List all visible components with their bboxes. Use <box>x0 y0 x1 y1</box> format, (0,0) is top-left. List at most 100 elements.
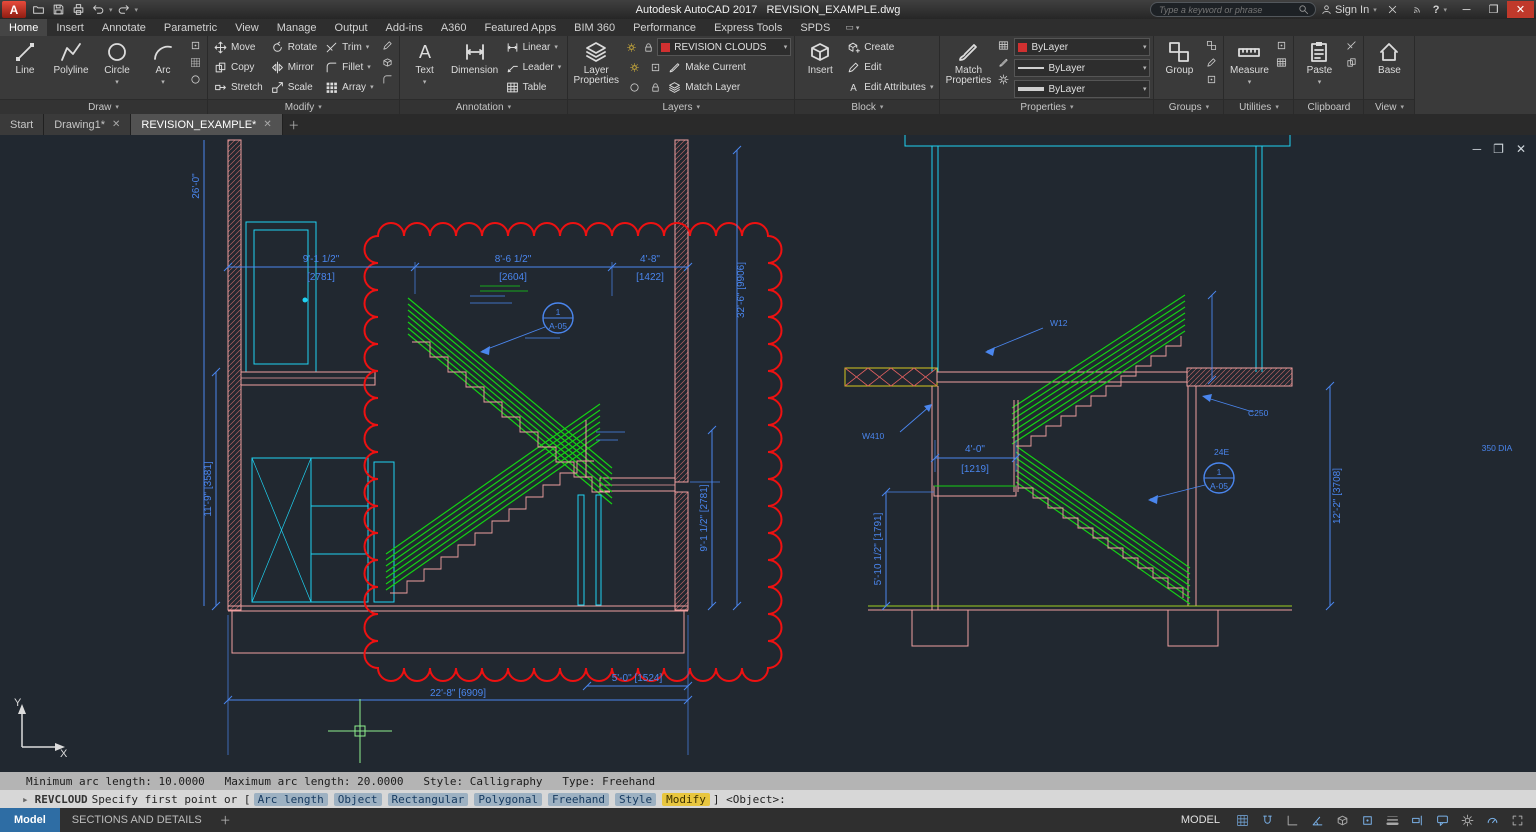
app-logo-icon[interactable]: A <box>2 1 26 18</box>
group-button[interactable]: Group <box>1157 37 1201 99</box>
panel-title-modify[interactable]: Modify▾ <box>208 99 399 114</box>
line-button[interactable]: Line <box>3 37 47 99</box>
linear-button[interactable]: Linear▾ <box>503 37 565 57</box>
layer-off-icon[interactable] <box>626 79 643 96</box>
model-space-canvas[interactable]: 9'-1 1/2" [2781] 8'-6 1/2" [2604] 4'-8" … <box>0 135 1536 772</box>
command-prompt-line[interactable]: ▸ REVCLOUD Specify first point or [ Arc … <box>0 790 1536 808</box>
edit-block-button[interactable]: Edit <box>844 57 936 77</box>
arc-dropdown-icon[interactable]: ▾ <box>161 78 165 88</box>
arc-button[interactable]: Arc▾ <box>141 37 185 99</box>
model-tab[interactable]: Model <box>0 808 60 832</box>
text-dropdown-icon[interactable]: ▾ <box>423 78 427 88</box>
option-object[interactable]: Object <box>334 793 382 806</box>
polar-tracking-icon[interactable] <box>1306 810 1328 830</box>
ungroup-icon[interactable] <box>1203 37 1220 54</box>
undo-dropdown-icon[interactable]: ▾ <box>109 6 113 14</box>
snap-icon[interactable] <box>1256 810 1278 830</box>
redo-button[interactable] <box>114 1 134 18</box>
signin-button[interactable]: Sign In ▾ <box>1321 4 1378 16</box>
close-button[interactable]: ✕ <box>1507 1 1534 18</box>
object-snap-icon[interactable] <box>1356 810 1378 830</box>
tab-featured-apps[interactable]: Featured Apps <box>476 19 566 36</box>
plot-button[interactable] <box>68 1 88 18</box>
panel-title-clipboard[interactable]: Clipboard <box>1294 99 1363 114</box>
rectangle-tool-icon[interactable] <box>187 37 204 54</box>
cut-icon[interactable] <box>1343 37 1360 54</box>
table-button[interactable]: Table <box>503 77 565 97</box>
layout-tab-sections-and-details[interactable]: SECTIONS AND DETAILS <box>60 814 214 826</box>
tab-manage[interactable]: Manage <box>268 19 326 36</box>
leader-button[interactable]: Leader▾ <box>503 57 565 77</box>
offset-tool-icon[interactable] <box>379 71 396 88</box>
group-edit-icon[interactable] <box>1203 54 1220 71</box>
tab-bim360[interactable]: BIM 360 <box>565 19 624 36</box>
linear-dropdown-icon[interactable]: ▾ <box>554 43 558 51</box>
panel-title-groups[interactable]: Groups▾ <box>1154 99 1223 114</box>
properties-paint-icon[interactable] <box>995 54 1012 71</box>
tab-home[interactable]: Home <box>0 19 47 36</box>
explode-tool-icon[interactable] <box>379 54 396 71</box>
quick-calc-icon[interactable] <box>1273 54 1290 71</box>
lineweight-dropdown[interactable]: ByLayer▾ <box>1014 80 1150 98</box>
object-color-dropdown[interactable]: ByLayer▾ <box>1014 38 1150 56</box>
tab-annotate[interactable]: Annotate <box>93 19 155 36</box>
panel-title-annotation[interactable]: Annotation▾ <box>400 99 568 114</box>
minimize-drawing-icon[interactable]: ─ <box>1473 143 1482 155</box>
panel-title-draw[interactable]: Draw▾ <box>0 99 207 114</box>
properties-settings-icon[interactable] <box>995 71 1012 88</box>
quick-select-icon[interactable] <box>1273 37 1290 54</box>
new-layout-icon[interactable]: ＋ <box>214 812 237 828</box>
fillet-dropdown-icon[interactable]: ▾ <box>367 63 371 71</box>
layer-on-icon[interactable] <box>623 39 640 56</box>
properties-list-icon[interactable] <box>995 37 1012 54</box>
close-drawing-icon[interactable]: ✕ <box>1516 143 1526 155</box>
dynamic-input-icon[interactable] <box>1406 810 1428 830</box>
paste-dropdown-icon[interactable]: ▾ <box>1318 78 1322 88</box>
exchange-apps-icon[interactable] <box>1383 1 1403 18</box>
tab-spds[interactable]: SPDS <box>791 19 839 36</box>
dimension-button[interactable]: Dimension <box>449 37 501 99</box>
search-input[interactable] <box>1157 4 1294 16</box>
move-button[interactable]: Move <box>211 37 266 57</box>
match-properties-button[interactable]: Match Properties <box>943 37 993 99</box>
option-polygonal[interactable]: Polygonal <box>474 793 542 806</box>
copy-button[interactable]: Copy <box>211 57 266 77</box>
annotation-monitor-icon[interactable] <box>1431 810 1453 830</box>
array-dropdown-icon[interactable]: ▾ <box>370 83 374 91</box>
panel-title-properties[interactable]: Properties▾ <box>940 99 1153 114</box>
revision-cloud[interactable] <box>365 223 782 681</box>
linetype-dropdown[interactable]: ByLayer▾ <box>1014 59 1150 77</box>
search-icon[interactable] <box>1298 4 1309 15</box>
tab-parametric[interactable]: Parametric <box>155 19 226 36</box>
restore-button[interactable]: ❐ <box>1480 1 1507 18</box>
fillet-button[interactable]: Fillet▾ <box>322 57 376 77</box>
rotate-button[interactable]: Rotate <box>268 37 320 57</box>
workspace-gear-icon[interactable] <box>1456 810 1478 830</box>
ellipse-tool-icon[interactable] <box>187 71 204 88</box>
hatch-tool-icon[interactable] <box>187 54 204 71</box>
edit-attributes-dropdown-icon[interactable]: ▾ <box>930 83 934 91</box>
open-button[interactable] <box>28 1 48 18</box>
insert-button[interactable]: Insert <box>798 37 842 99</box>
file-tab-drawing1[interactable]: Drawing1*✕ <box>44 114 131 135</box>
layer-dropdown[interactable]: REVISION CLOUDS ▾ <box>657 38 791 56</box>
group-select-icon[interactable] <box>1203 71 1220 88</box>
array-button[interactable]: Array▾ <box>322 77 376 97</box>
file-tab-revision-example[interactable]: REVISION_EXAMPLE*✕ <box>131 114 282 135</box>
stretch-button[interactable]: Stretch <box>211 77 266 97</box>
tab-view[interactable]: View <box>226 19 268 36</box>
panel-title-block[interactable]: Block▾ <box>795 99 939 114</box>
polyline-button[interactable]: Polyline <box>49 37 93 99</box>
trim-button[interactable]: Trim▾ <box>322 37 376 57</box>
edit-attributes-button[interactable]: Edit Attributes▾ <box>844 77 936 97</box>
layer-unlock-icon[interactable] <box>647 79 664 96</box>
circle-button[interactable]: Circle▾ <box>95 37 139 99</box>
option-style[interactable]: Style <box>615 793 656 806</box>
erase-tool-icon[interactable] <box>379 37 396 54</box>
panel-title-utilities[interactable]: Utilities▾ <box>1224 99 1293 114</box>
layer-lock-icon[interactable] <box>640 39 657 56</box>
save-button[interactable] <box>48 1 68 18</box>
circle-dropdown-icon[interactable]: ▾ <box>115 78 119 88</box>
tab-addins[interactable]: Add-ins <box>377 19 432 36</box>
tab-a360[interactable]: A360 <box>432 19 476 36</box>
